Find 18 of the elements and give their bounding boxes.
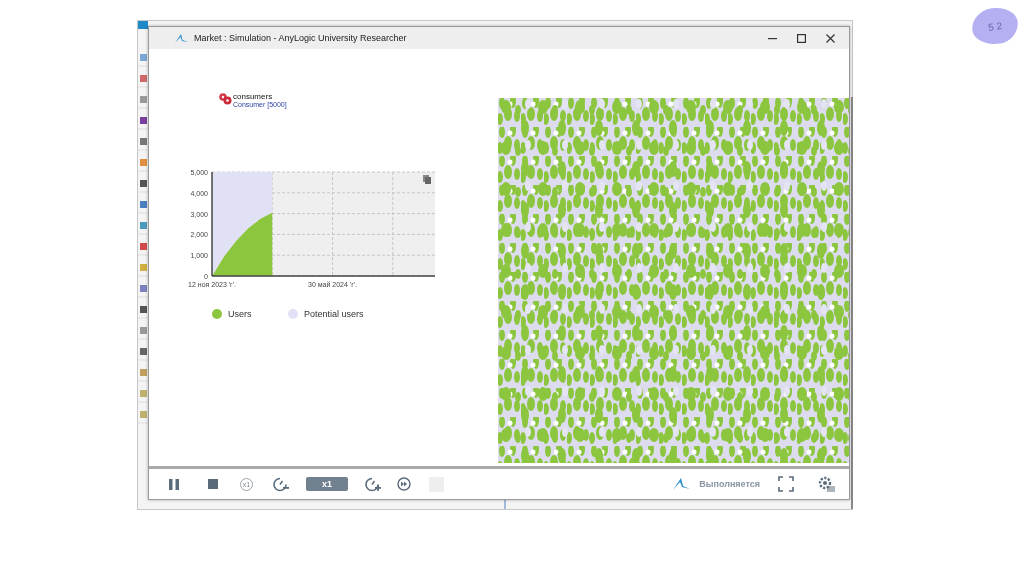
agents-icon [219,93,232,105]
population-name: consumers [233,93,274,101]
clock-plus-icon[interactable] [365,476,381,492]
close-icon[interactable] [826,33,835,43]
copy-icon[interactable] [423,175,431,184]
fullscreen-icon[interactable] [778,476,794,492]
maximize-icon[interactable] [797,33,806,43]
speed-indicator: x1 [306,477,348,491]
clock-minus-icon[interactable] [273,476,289,492]
legend-label: Users [228,309,252,319]
window-title: Market : Simulation - AnyLogic University Researcher [194,33,408,43]
logo-icon[interactable] [672,476,692,492]
logo-icon [175,32,189,44]
settings-icon[interactable] [818,476,835,492]
fast-forward-icon[interactable] [397,477,411,491]
pause-icon[interactable] [168,477,180,491]
status-text: Выполняется [699,479,760,489]
legend-label: Potential users [304,309,364,319]
